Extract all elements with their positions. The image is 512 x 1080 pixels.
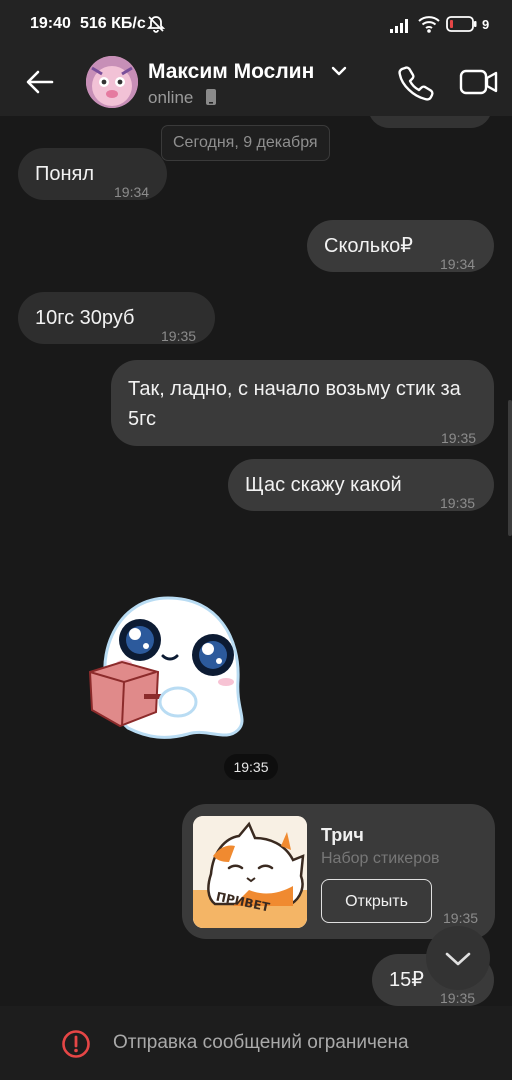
mobile-icon — [205, 88, 217, 111]
message-time: 19:34 — [440, 256, 476, 272]
chat-header: Максим Мослин online — [0, 50, 512, 116]
sticker-pack-thumbnail: ПРИВЕТ — [193, 816, 307, 928]
message-time: 19:35 — [441, 430, 477, 446]
contact-name[interactable]: Максим Мослин — [148, 60, 314, 84]
avatar[interactable] — [86, 56, 138, 108]
sticker-ghost-with-box[interactable] — [78, 590, 258, 750]
chevron-down-icon — [445, 952, 471, 966]
message-bubble[interactable]: 10гс 30руб 19:35 — [18, 292, 215, 344]
message-bubble[interactable] — [368, 116, 492, 128]
call-button[interactable] — [396, 62, 436, 102]
message-text: 15₽ — [389, 969, 424, 991]
restriction-bar: Отправка сообщений ограничена — [0, 1006, 512, 1080]
message-text: Так, ладно, с начало возьму стик за 5гс — [128, 378, 461, 430]
message-time: 19:35 — [440, 495, 476, 511]
back-button[interactable] — [22, 64, 58, 100]
message-bubble[interactable]: Так, ладно, с начало возьму стик за 5гс … — [111, 360, 494, 446]
message-time: 19:34 — [114, 184, 150, 200]
sticker-time: 19:35 — [224, 754, 278, 780]
battery-level: 9 — [482, 17, 490, 32]
message-bubble[interactable]: Сколько₽ 19:34 — [307, 220, 494, 272]
message-time: 19:35 — [161, 328, 197, 344]
message-time: 19:35 — [443, 910, 479, 926]
message-text: Сколько₽ — [324, 235, 414, 257]
restriction-text: Отправка сообщений ограничена — [113, 1032, 409, 1053]
open-sticker-pack-button[interactable]: Открыть — [321, 879, 432, 923]
network-speed: 516 КБ/с — [80, 15, 146, 32]
status-bar: 19:40 516 КБ/с 9 — [0, 0, 512, 50]
message-text: 10гс 30руб — [35, 307, 135, 329]
video-call-button[interactable] — [458, 62, 500, 102]
alert-circle-icon — [61, 1029, 91, 1064]
date-separator: Сегодня, 9 декабря — [161, 125, 330, 161]
sticker-pack-card[interactable]: ПРИВЕТ Трич Набор стикеров Открыть 19:35 — [182, 804, 495, 939]
signal-icon — [390, 17, 412, 38]
bell-off-icon — [146, 14, 166, 39]
ghost-sticker-image — [88, 596, 244, 739]
message-text: Понял — [35, 163, 95, 185]
message-bubble[interactable]: Понял 19:34 — [18, 148, 167, 200]
video-icon — [459, 69, 498, 95]
chevron-down-icon[interactable] — [330, 64, 348, 83]
scroll-down-button[interactable] — [426, 926, 490, 990]
chat-area[interactable]: Сегодня, 9 декабря Понял 19:34 Сколько₽ … — [0, 116, 512, 1006]
sticker-pack-title: Трич — [321, 825, 364, 845]
sticker-pack-subtitle: Набор стикеров — [321, 850, 440, 867]
back-arrow-icon — [26, 70, 54, 94]
avatar-image — [86, 56, 138, 108]
battery-icon — [446, 15, 478, 38]
phone-icon — [398, 66, 434, 101]
contact-status: online — [148, 88, 194, 107]
message-bubble[interactable]: Щас скажу какой 19:35 — [228, 459, 494, 511]
wifi-icon — [418, 14, 440, 39]
cat-sticker-image: ПРИВЕТ — [193, 816, 307, 928]
scrollbar[interactable] — [508, 400, 512, 536]
status-time: 19:40 — [30, 15, 71, 32]
message-text: Щас скажу какой — [245, 474, 402, 496]
